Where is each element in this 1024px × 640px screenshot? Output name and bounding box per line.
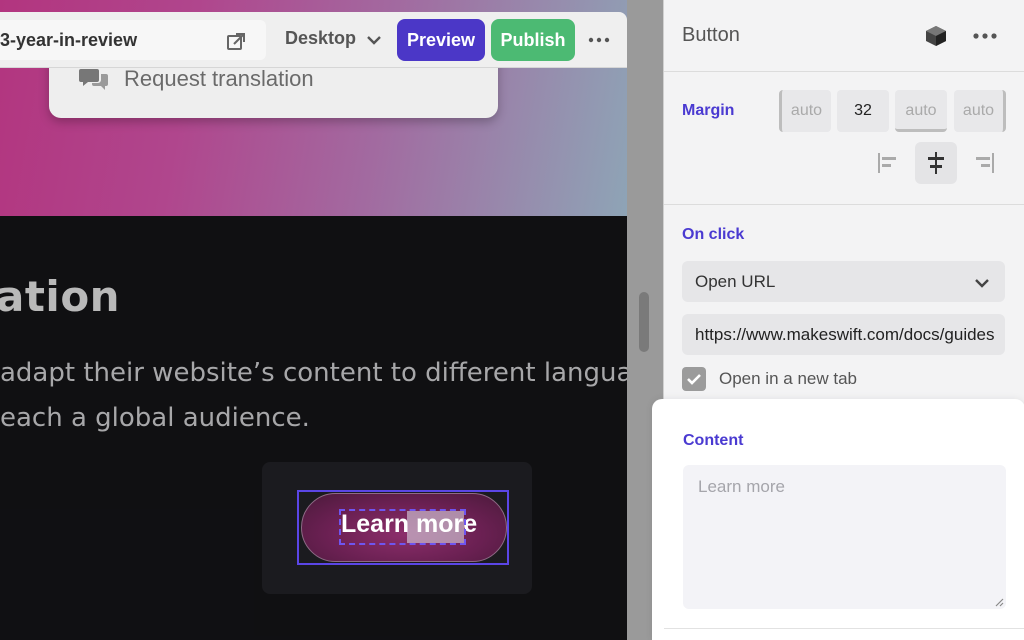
on-click-section: On click Open URL https://www.makeswift.… (664, 205, 1024, 400)
page-url-text: 3-year-in-review (0, 30, 138, 50)
align-right-button[interactable] (963, 142, 1005, 184)
margin-label: Margin (682, 102, 735, 119)
content-text-input[interactable]: Learn more (683, 465, 1006, 609)
open-in-new-tab-label[interactable]: Open in a new tab (719, 369, 857, 389)
editor-toolbar: 3-year-in-review Desktop Preview Publish (0, 12, 627, 68)
canvas-scrollbar[interactable] (639, 292, 649, 352)
content-section: Content Learn more (652, 399, 1024, 640)
panel-header: Button (664, 0, 1024, 72)
text-edit-outline (339, 509, 466, 545)
section-heading: ation (0, 272, 121, 321)
chat-bubble-icon (79, 69, 108, 90)
align-left-icon (878, 153, 896, 173)
align-center-button[interactable] (915, 142, 957, 184)
preview-button[interactable]: Preview (397, 19, 485, 61)
request-translation-menu-item[interactable]: Request translation (124, 66, 314, 92)
margin-bottom-input[interactable]: auto (954, 90, 1006, 132)
link-url-value: https://www.makeswift.com/docs/guides (695, 325, 995, 344)
link-url-input[interactable]: https://www.makeswift.com/docs/guides (682, 314, 1005, 355)
panel-title: Button (682, 24, 740, 46)
external-link-icon[interactable] (226, 32, 246, 52)
content-label: Content (683, 432, 744, 449)
margin-left-input[interactable]: auto (779, 90, 831, 132)
more-horizontal-icon[interactable] (972, 28, 998, 44)
chevron-down-icon (367, 35, 381, 45)
device-select[interactable]: Desktop (285, 28, 382, 49)
section-body-text-line-1: adapt their website’s content to differe… (0, 358, 627, 388)
divider (664, 628, 1024, 629)
align-left-button[interactable] (867, 142, 909, 184)
open-in-new-tab-checkbox[interactable] (682, 367, 706, 391)
margin-top-input[interactable]: 32 (837, 90, 889, 132)
properties-panel: Button Margin auto 32 auto auto On click… (652, 0, 1024, 640)
on-click-action-select[interactable]: Open URL (682, 261, 1005, 302)
publish-button[interactable]: Publish (491, 19, 575, 61)
on-click-action-value: Open URL (695, 272, 776, 291)
align-right-icon (976, 153, 994, 173)
on-click-label: On click (682, 226, 745, 243)
page-url-field[interactable]: 3-year-in-review (0, 20, 266, 60)
device-select-label: Desktop (285, 28, 357, 48)
content-placeholder: Learn more (698, 477, 785, 496)
margin-section: Margin auto 32 auto auto (664, 72, 1024, 205)
cube-icon[interactable] (924, 24, 948, 48)
chevron-down-icon (975, 279, 989, 288)
more-horizontal-icon[interactable] (588, 30, 610, 50)
resize-handle-icon[interactable] (994, 597, 1004, 607)
section-body-text-line-2: each a global audience. (0, 403, 310, 433)
align-center-icon (928, 152, 944, 174)
checkmark-icon (687, 374, 701, 385)
margin-right-input[interactable]: auto (895, 90, 947, 132)
editor-canvas[interactable]: ation adapt their website’s content to d… (0, 0, 627, 640)
